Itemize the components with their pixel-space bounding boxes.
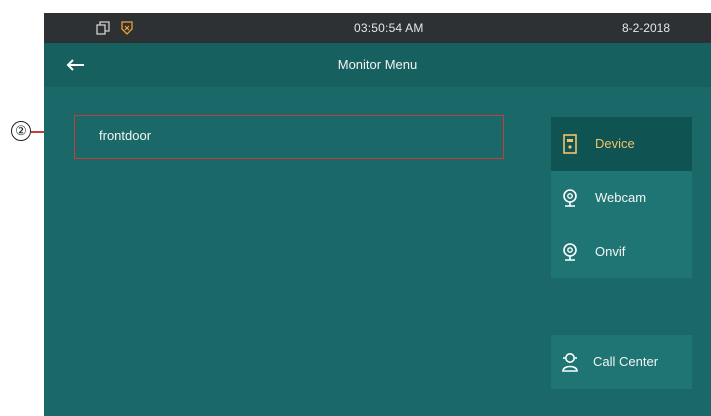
status-date: 8-2-2018 (621, 21, 670, 35)
title-bar: Monitor Menu (44, 43, 711, 87)
onvif-camera-icon (562, 242, 578, 262)
call-center-button[interactable]: Call Center (551, 335, 692, 389)
call-center-label: Call Center (593, 354, 659, 369)
sidebar-item-webcam[interactable]: Webcam (551, 171, 692, 225)
call-center-icon (561, 352, 579, 372)
device-icon (562, 134, 578, 154)
sidebar-item-device[interactable]: Device (551, 117, 692, 171)
callout-number: ② (11, 121, 31, 141)
status-time: 03:50:54 AM (354, 21, 424, 35)
sidebar-item-label: Device (595, 136, 635, 151)
sidebar-item-label: Onvif (595, 244, 626, 259)
page-title: Monitor Menu (337, 57, 418, 72)
monitor-screen: 03:50:54 AM 8-2-2018 Monitor Menu frontd… (44, 13, 711, 416)
list-item-label: frontdoor (99, 128, 152, 143)
webcam-icon (562, 188, 578, 208)
category-sidebar: Device Webcam Onvif (551, 117, 692, 278)
sidebar-item-label: Webcam (595, 190, 647, 205)
status-bar: 03:50:54 AM 8-2-2018 (44, 13, 711, 43)
list-item-frontdoor[interactable]: frontdoor (74, 115, 504, 159)
shield-icon (120, 21, 134, 35)
copy-icon (96, 21, 110, 35)
sidebar-item-onvif[interactable]: Onvif (551, 225, 692, 279)
